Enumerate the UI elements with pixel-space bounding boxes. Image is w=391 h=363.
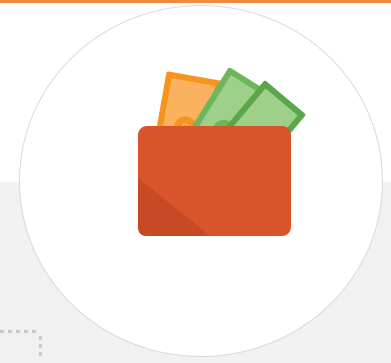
- wallet-illustration: $ $ $: [138, 68, 306, 236]
- wallet-icon: [138, 126, 291, 236]
